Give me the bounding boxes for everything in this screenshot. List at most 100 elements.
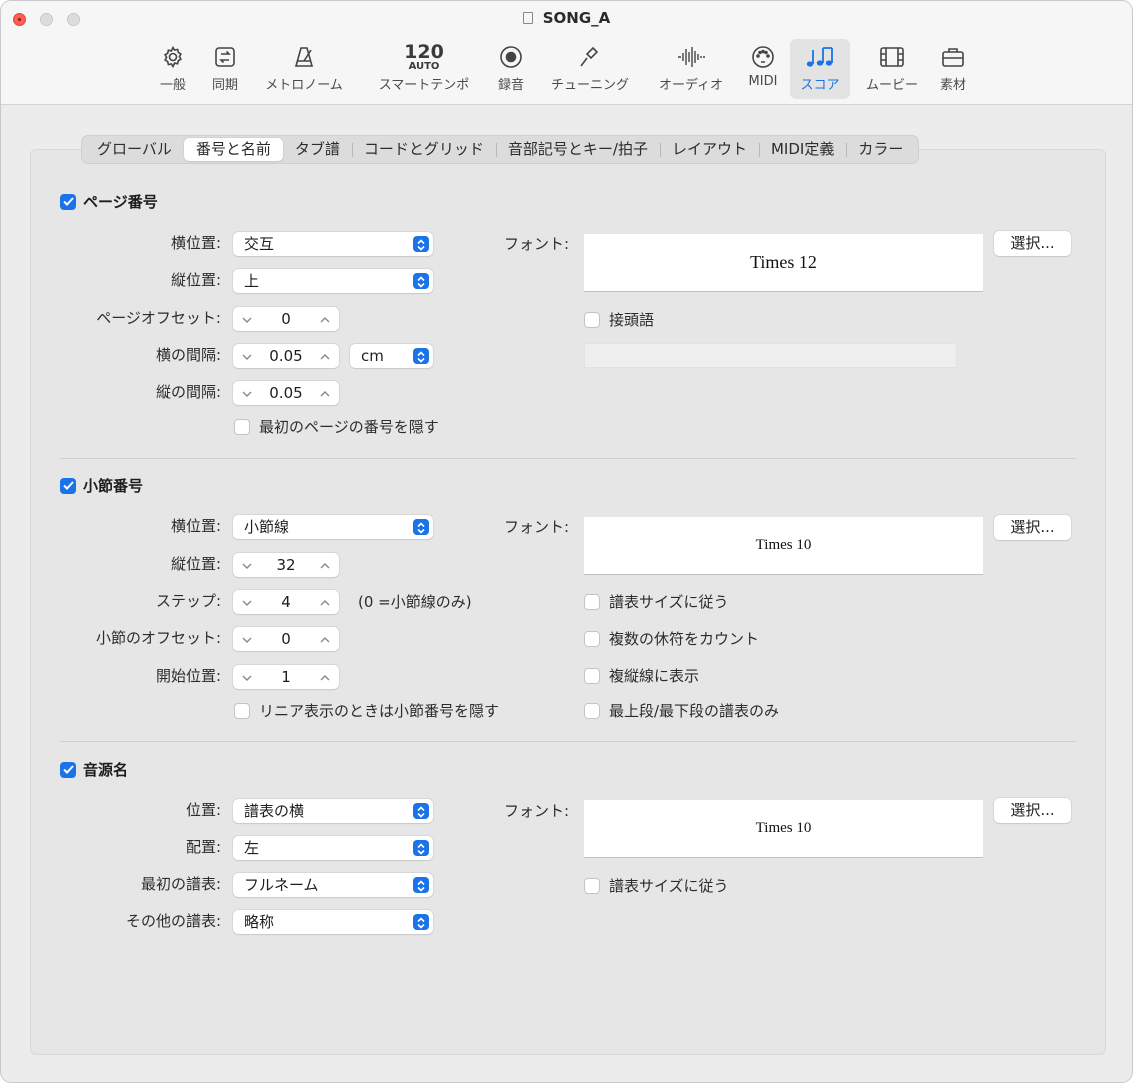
tab-global[interactable]: グローバル	[85, 138, 184, 161]
bar-numbers-checkbox[interactable]	[60, 477, 76, 494]
toolbar-item-tuning[interactable]: チューニング	[543, 41, 637, 99]
bar-font-select-button[interactable]: 選択...	[994, 515, 1071, 540]
follow-staff-size-checkbox[interactable]: 譜表サイズに従う	[584, 591, 729, 612]
prefix-checkbox[interactable]: 接頭語	[584, 309, 654, 330]
tab-chords-and-grids[interactable]: コードとグリッド	[351, 138, 496, 161]
hide-first-page-number-checkbox[interactable]: 最初のページの番号を隠す	[234, 416, 439, 437]
toolbar-label: スコア	[800, 78, 840, 93]
chevron-down-icon[interactable]	[239, 348, 255, 364]
stepper-value[interactable]: 0.05	[257, 344, 315, 368]
other-staves-popup[interactable]: 略称	[233, 910, 433, 934]
waveform-icon	[649, 41, 733, 73]
stepper-value[interactable]: 0	[257, 627, 315, 651]
tempo-value: 120	[404, 40, 444, 63]
chevron-up-icon[interactable]	[317, 311, 333, 327]
vertical-position-label: 縦位置:	[170, 555, 221, 573]
chevron-up-icon[interactable]	[317, 385, 333, 401]
chevron-down-icon[interactable]	[239, 594, 255, 610]
toolbar-label: 一般	[159, 78, 186, 93]
chevron-down-icon[interactable]	[239, 631, 255, 647]
stepper-value[interactable]: 0.05	[257, 381, 315, 405]
popup-value: cm	[361, 347, 384, 365]
tab-midi-meaning[interactable]: MIDI定義	[758, 138, 846, 161]
checkbox-box[interactable]	[584, 877, 600, 894]
window-title-text: SONG_A	[542, 9, 611, 27]
bar-font-preview: Times 10	[584, 517, 983, 575]
section-heading: ページ番号	[83, 193, 158, 211]
font-label: フォント:	[503, 235, 569, 253]
toolbar-item-assets[interactable]: 素材	[933, 41, 973, 99]
first-staff-popup[interactable]: フルネーム	[233, 873, 433, 897]
show-at-double-bar-checkbox[interactable]: 複縦線に表示	[584, 665, 699, 686]
instrument-names-checkbox[interactable]	[60, 761, 76, 778]
font-preview-text: Times 10	[755, 537, 812, 553]
bar-vertical-position-stepper[interactable]: 32	[233, 553, 339, 577]
tab-colors[interactable]: カラー	[846, 138, 915, 161]
font-label: フォント:	[503, 518, 569, 536]
font-label: フォント:	[503, 802, 569, 820]
film-icon	[860, 41, 924, 73]
chevron-down-icon[interactable]	[239, 669, 255, 685]
stepper-value[interactable]: 0	[257, 307, 315, 331]
stepper-value[interactable]: 4	[257, 590, 315, 614]
checkbox-box[interactable]	[234, 702, 250, 719]
chevron-up-icon[interactable]	[317, 557, 333, 573]
page-numbers-checkbox[interactable]	[60, 193, 76, 210]
tab-clefs-and-signatures[interactable]: 音部記号とキー/拍子	[495, 138, 660, 161]
section-divider	[60, 741, 1076, 742]
tab-tablature[interactable]: タブ譜	[283, 138, 352, 161]
checkbox-box[interactable]	[584, 311, 600, 328]
toolbar-item-metronome[interactable]: メトロノーム	[257, 41, 351, 99]
instrument-font-preview: Times 10	[584, 800, 983, 858]
toolbar-item-audio[interactable]: オーディオ	[649, 41, 733, 99]
horizontal-spacing-stepper[interactable]: 0.05	[233, 344, 339, 368]
checkbox-box[interactable]	[584, 593, 600, 610]
instrument-font-select-button[interactable]: 選択...	[994, 798, 1071, 823]
toolbar-item-midi[interactable]: MIDI	[743, 41, 783, 99]
top-bottom-staff-only-checkbox[interactable]: 最上段/最下段の譜表のみ	[584, 700, 779, 721]
checkbox-box[interactable]	[584, 667, 600, 684]
instrument-alignment-popup[interactable]: 左	[233, 836, 433, 860]
chevron-down-icon[interactable]	[239, 557, 255, 573]
vertical-spacing-stepper[interactable]: 0.05	[233, 381, 339, 405]
vertical-spacing-label: 縦の間隔:	[155, 383, 221, 401]
page-numbers-section: ページ番号	[60, 191, 158, 212]
start-position-stepper[interactable]: 1	[233, 665, 339, 689]
page-vertical-position-popup[interactable]: 上	[233, 269, 433, 293]
prefix-text-field[interactable]	[584, 343, 957, 368]
chevron-down-icon[interactable]	[239, 385, 255, 401]
toolbar-item-score[interactable]: スコア	[790, 39, 850, 99]
tab-numbers-and-names[interactable]: 番号と名前	[183, 138, 283, 161]
toolbar-label: メトロノーム	[265, 78, 343, 93]
chevron-up-icon[interactable]	[317, 631, 333, 647]
chevron-up-icon[interactable]	[317, 348, 333, 364]
step-stepper[interactable]: 4	[233, 590, 339, 614]
stepper-value[interactable]: 32	[257, 553, 315, 577]
toolbar-item-general[interactable]: 一般	[153, 41, 193, 99]
chevron-up-icon[interactable]	[317, 594, 333, 610]
stepper-value[interactable]: 1	[257, 665, 315, 689]
checkbox-box[interactable]	[234, 418, 250, 435]
page-offset-stepper[interactable]: 0	[233, 307, 339, 331]
step-note: (0 =小節線のみ)	[358, 593, 472, 611]
unit-popup[interactable]: cm	[350, 344, 433, 368]
bar-offset-stepper[interactable]: 0	[233, 627, 339, 651]
instrument-follow-staff-size-checkbox[interactable]: 譜表サイズに従う	[584, 875, 729, 896]
popup-value: 譜表の横	[244, 802, 305, 820]
toolbar-item-sync[interactable]: 同期	[205, 41, 245, 99]
toolbar-item-smart-tempo[interactable]: 120 AUTO スマートテンポ	[369, 41, 479, 99]
page-font-select-button[interactable]: 選択...	[994, 231, 1071, 256]
checkbox-box[interactable]	[584, 630, 600, 647]
chevron-up-icon[interactable]	[317, 669, 333, 685]
count-multiple-rests-checkbox[interactable]: 複数の休符をカウント	[584, 628, 759, 649]
checkbox-box[interactable]	[584, 702, 600, 719]
toolbar-item-record[interactable]: 録音	[489, 41, 533, 99]
toolbar-label: ムービー	[865, 78, 918, 93]
toolbar-label: チューニング	[550, 78, 629, 93]
tab-layout[interactable]: レイアウト	[659, 138, 759, 161]
toolbar-label: 録音	[497, 78, 524, 93]
toolbar-item-movie[interactable]: ムービー	[860, 41, 924, 99]
tempo-mode: AUTO	[408, 60, 440, 72]
hide-in-linear-view-checkbox[interactable]: リニア表示のときは小節番号を隠す	[234, 700, 499, 721]
chevron-down-icon[interactable]	[239, 311, 255, 327]
